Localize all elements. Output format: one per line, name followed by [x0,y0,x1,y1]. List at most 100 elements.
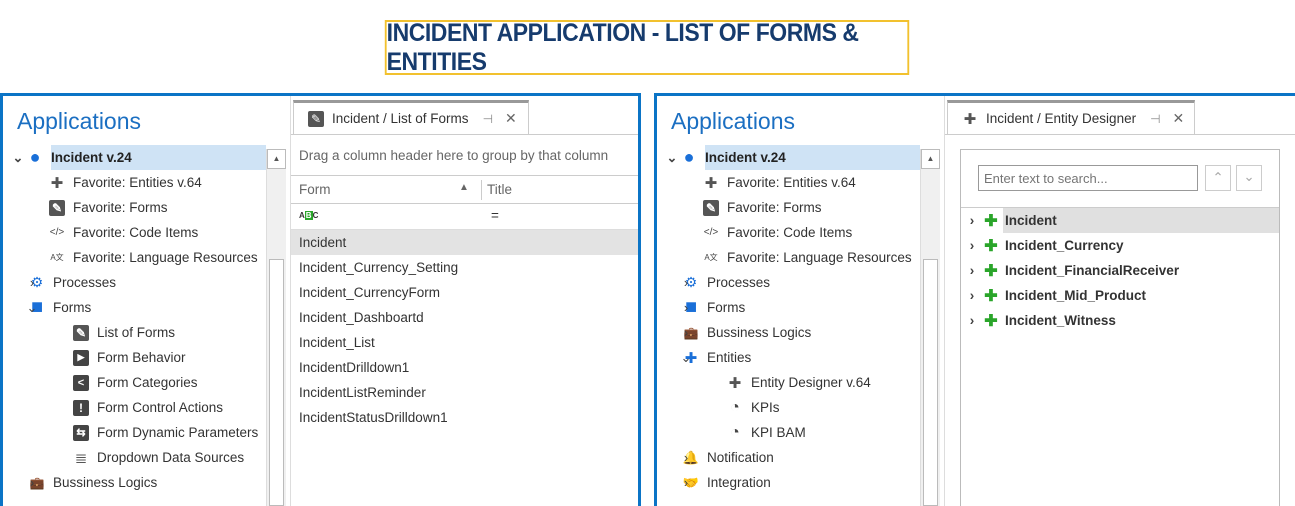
column-header-title[interactable]: Title [487,182,512,197]
search-next-button[interactable]: ⌄ [1236,165,1262,191]
chevron-right-icon[interactable]: › [679,475,693,490]
scroll-thumb[interactable] [923,259,938,506]
column-header-form[interactable]: Form [299,182,331,197]
table-row[interactable]: IncidentStatusDrilldown1 [291,405,638,430]
chevron-right-icon[interactable]: › [961,263,983,278]
chevron-right-icon[interactable]: › [679,450,693,465]
tree-item-label: Processes [53,275,117,290]
table-row[interactable]: Incident_Dashboartd [291,305,638,330]
chevron-right-icon[interactable]: › [679,275,693,290]
pencil-icon: ✎ [308,110,324,127]
entity-label: Incident_FinancialReceiver [1005,263,1180,278]
tree-item[interactable]: › 💼 Bussiness Logics [25,470,266,495]
entity-search-input[interactable] [978,165,1198,191]
filter-row[interactable]: ABC = [291,204,638,230]
tree-item-label: Favorite: Code Items [73,225,199,240]
tree-item[interactable]: › 🤝 Integration [679,470,920,495]
tree-item[interactable]: ✚ Entity Designer v.64 [723,370,920,395]
chevron-right-icon[interactable]: › [25,475,39,490]
language-icon: A文 [704,253,718,262]
chevron-down-icon[interactable]: ⌄ [11,150,25,166]
chevron-right-icon[interactable]: › [961,313,983,328]
entity-row[interactable]: › ✚ Incident_Currency [961,233,1279,258]
tree-scrollbar[interactable]: ▲ [920,149,940,506]
puzzle-icon: ✚ [728,374,742,392]
chevron-right-icon[interactable]: › [679,300,693,315]
tree-item-label: Forms [53,300,92,315]
table-row[interactable]: Incident_CurrencyForm [291,280,638,305]
table-row[interactable]: IncidentDrilldown1 [291,355,638,380]
code-icon: </> [703,227,719,238]
tree-item[interactable]: ✎ Favorite: Forms [699,195,920,220]
chevron-down-icon[interactable]: ⌄ [679,350,693,366]
tree-item[interactable]: ⌄ ● Incident v.24 [667,145,920,170]
chevron-right-icon[interactable]: › [679,325,693,340]
tree-item[interactable]: ≣ Dropdown Data Sources [69,445,266,470]
entity-row[interactable]: › ✚ Incident [961,208,1279,233]
entity-row[interactable]: › ✚ Incident_FinancialReceiver [961,258,1279,283]
abc-filter-icon[interactable]: ABC [299,211,318,220]
tree-item[interactable]: ◔ KPI BAM [723,420,920,445]
tree-item[interactable]: ⇆ Form Dynamic Parameters [69,420,266,445]
tab-list-of-forms[interactable]: ✎ Incident / List of Forms ⊣ ✕ [293,100,529,134]
tree-item-label: Favorite: Code Items [727,225,853,240]
language-icon: A文 [50,253,64,262]
chevron-right-icon[interactable]: › [961,213,983,228]
tree-item[interactable]: ✎ List of Forms [69,320,266,345]
tree-item[interactable]: ⌄ ✚ Entities [679,345,920,370]
pie-icon: ◔ [730,423,740,441]
tree-item[interactable]: › 💼 Bussiness Logics [679,320,920,345]
tab-label: Incident / Entity Designer [986,111,1137,126]
scroll-up-button[interactable]: ▲ [921,149,940,169]
table-row[interactable]: Incident [291,230,638,255]
search-previous-button[interactable]: ⌃ [1205,165,1231,191]
table-row[interactable]: Incident_Currency_Setting [291,255,638,280]
chevron-down-icon[interactable]: ⌄ [25,300,39,316]
entity-row[interactable]: › ✚ Incident_Mid_Product [961,283,1279,308]
table-row[interactable]: Incident_List [291,330,638,355]
entity-row[interactable]: › ✚ Incident_Witness [961,308,1279,333]
chevron-right-icon[interactable]: › [25,275,39,290]
tree-item-label: Entity Designer v.64 [751,375,871,390]
entity-label: Incident_Witness [1005,313,1116,328]
tree-item[interactable]: › ⚙ Processes [25,270,266,295]
group-by-panel[interactable]: Drag a column header here to group by th… [291,135,638,176]
tree-item[interactable]: ✚ Favorite: Entities v.64 [45,170,266,195]
tree-item[interactable]: ◔ KPIs [723,395,920,420]
pin-icon[interactable]: ⊣ [483,112,493,126]
close-icon[interactable]: ✕ [505,110,517,127]
chevron-down-icon[interactable]: ⌄ [665,150,679,166]
tree-item[interactable]: › 🔔 Notification [679,445,920,470]
tree-item-label: Form Behavior [97,350,186,365]
tree-item[interactable]: </> Favorite: Code Items [699,220,920,245]
tree-item[interactable]: › ■ Forms [679,295,920,320]
table-row[interactable]: IncidentListReminder [291,380,638,405]
tab-entity-designer[interactable]: ✚ Incident / Entity Designer ⊣ ✕ [947,100,1195,134]
title-filter-operator[interactable]: = [491,208,499,223]
puzzle-icon: ✚ [704,174,718,192]
tree-item[interactable]: </> Favorite: Code Items [45,220,266,245]
tree-item[interactable]: ! Form Control Actions [69,395,266,420]
left-panel: Applications ⌄ ● Incident v.24 ✚ Favorite: E… [0,93,641,506]
entity-label: Incident [1003,208,1279,233]
tree-item[interactable]: ▶ Form Behavior [69,345,266,370]
tree-item[interactable]: A文 Favorite: Language Resources [699,245,920,270]
tree-item[interactable]: < Form Categories [69,370,266,395]
tree-item-label: Processes [707,275,771,290]
chevron-right-icon[interactable]: › [961,288,983,303]
tree-item[interactable]: ✚ Favorite: Entities v.64 [699,170,920,195]
tree-item-label: Favorite: Forms [73,200,168,215]
tree-item[interactable]: ✎ Favorite: Forms [45,195,266,220]
chevron-right-icon[interactable]: › [961,238,983,253]
tree-item[interactable]: › ⚙ Processes [679,270,920,295]
scroll-up-button[interactable]: ▲ [267,149,286,169]
pin-icon[interactable]: ⊣ [1150,112,1160,126]
tree-item[interactable]: A文 Favorite: Language Resources [45,245,266,270]
tree-item[interactable]: ⌄ ● Incident v.24 [13,145,266,170]
scroll-thumb[interactable] [269,259,284,506]
tree-item-label: Form Categories [97,375,198,390]
tree-item-label: Favorite: Entities v.64 [727,175,856,190]
close-icon[interactable]: ✕ [1173,110,1185,127]
tree-scrollbar[interactable]: ▲ [266,149,286,506]
tree-item[interactable]: ⌄ ■ Forms [25,295,266,320]
